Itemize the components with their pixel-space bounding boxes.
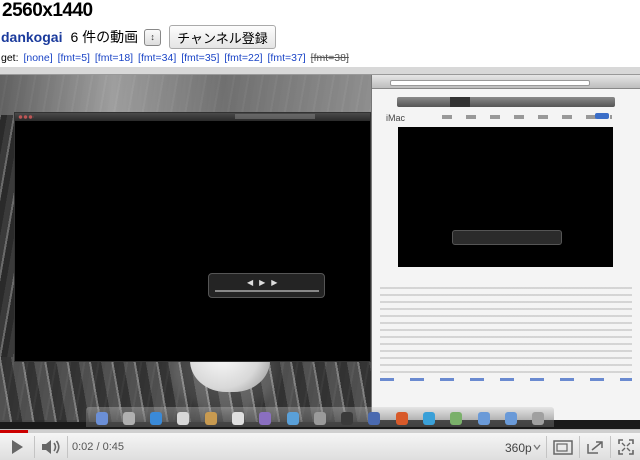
time-display: 0:02 / 0:45 (72, 441, 124, 453)
finder-icon (95, 412, 108, 425)
itunes-icon (286, 412, 299, 425)
download-links-row: get: [none] [fmt=5] [fmt=18] [fmt=34] [f… (1, 52, 349, 64)
player-hud: ◀▶▶ (208, 273, 325, 298)
site-subnav (442, 115, 612, 119)
mac-menubar (0, 67, 640, 75)
channel-row: dankogai 6 件の動画 ↕ チャンネル登録 (0, 25, 276, 49)
browser-page-heading: iMac (386, 113, 406, 123)
page: 2560x1440 dankogai 6 件の動画 ↕ チャンネル登録 get:… (0, 0, 640, 460)
site-footer-links (380, 287, 632, 375)
mail-icon (177, 412, 190, 425)
app-icon (450, 412, 463, 425)
videos-dropdown-button[interactable]: ↕ (144, 28, 162, 46)
player-control-bar: 0:02 / 0:45 360p (0, 429, 640, 460)
hud-scrubber (215, 290, 319, 292)
preferences-icon (313, 412, 326, 425)
download-link-fmt38[interactable]: [fmt=38] (311, 52, 349, 64)
site-buy-button (595, 113, 609, 119)
site-nav-bar (397, 97, 615, 107)
embedded-video (398, 127, 613, 267)
safari-icon (150, 412, 163, 425)
download-link-fmt18[interactable]: [fmt=18] (95, 52, 133, 64)
ical-icon (232, 412, 245, 425)
download-prefix: get: (1, 52, 19, 64)
hud-transport-icon: ◀▶▶ (247, 278, 284, 287)
control-separator (546, 436, 547, 458)
volume-button[interactable] (35, 433, 67, 460)
browser-url-bar (390, 80, 590, 86)
chevron-down-icon (533, 444, 541, 451)
window-title-bar (235, 114, 315, 119)
mac-dock (86, 407, 554, 427)
volume-icon (42, 440, 60, 454)
download-link-none[interactable]: [none] (23, 52, 52, 64)
folder-icon (504, 412, 517, 425)
browser-toolbar (372, 75, 640, 89)
terminal-icon (341, 412, 354, 425)
player-titlebar (15, 113, 370, 121)
addressbook-icon (204, 412, 217, 425)
popout-button[interactable] (580, 433, 610, 460)
wallpaper-sky (0, 75, 375, 115)
expand-icon (553, 439, 573, 455)
download-link-fmt5[interactable]: [fmt=5] (58, 52, 90, 64)
download-link-fmt35[interactable]: [fmt=35] (181, 52, 219, 64)
site-nav-active-tab (450, 97, 470, 107)
download-link-fmt37[interactable]: [fmt=37] (268, 52, 306, 64)
video-count: 6 件の動画 (70, 29, 139, 45)
embedded-video-hud (452, 230, 562, 245)
page-title: 2560x1440 (2, 0, 93, 21)
browser-window: iMac (371, 75, 640, 420)
progress-bar[interactable] (0, 430, 640, 433)
quality-button[interactable]: 360p (505, 441, 532, 455)
fullscreen-icon (617, 439, 634, 455)
firefox-icon (395, 412, 408, 425)
quality-chevron[interactable] (530, 433, 544, 460)
fullscreen-button[interactable] (611, 433, 640, 460)
site-footer-bottom (380, 378, 632, 381)
expand-button[interactable] (548, 433, 578, 460)
video-frame[interactable]: ◀▶▶ iMac (0, 67, 640, 429)
control-separator (67, 436, 68, 458)
subscribe-button[interactable]: チャンネル登録 (169, 25, 276, 49)
dashboard-icon (122, 412, 135, 425)
play-icon (12, 440, 23, 454)
popout-icon (587, 440, 603, 454)
trash-icon (532, 412, 545, 425)
window-buttons-icon (18, 115, 34, 119)
app-icon (423, 412, 436, 425)
quicktime-icon (368, 412, 381, 425)
folder-icon (477, 412, 490, 425)
dropdown-chevron-icon: ↕ (150, 31, 155, 42)
channel-owner-link[interactable]: dankogai (1, 29, 62, 45)
play-button[interactable] (0, 433, 34, 460)
player-window: ◀▶▶ (14, 112, 371, 362)
download-link-fmt22[interactable]: [fmt=22] (224, 52, 262, 64)
download-link-fmt34[interactable]: [fmt=34] (138, 52, 176, 64)
photo-icon (259, 412, 272, 425)
